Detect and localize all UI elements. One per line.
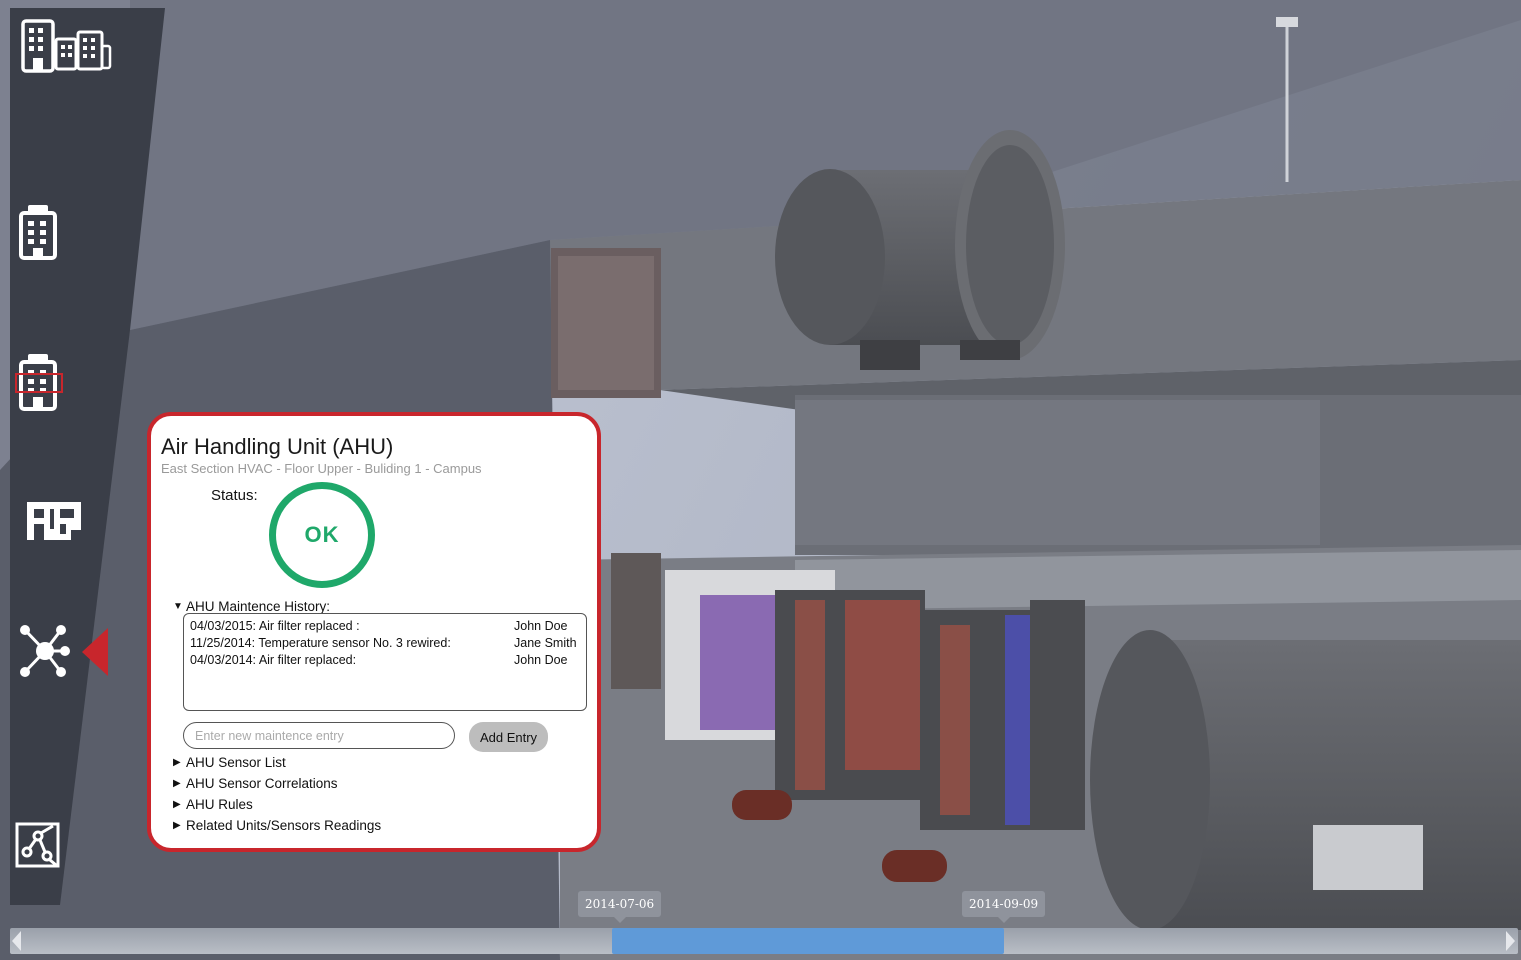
floorplan-view-button[interactable] bbox=[25, 500, 83, 542]
floor-view-button[interactable] bbox=[14, 352, 68, 414]
history-entry-author: Jane Smith bbox=[514, 636, 577, 650]
section-label: AHU Sensor List bbox=[186, 755, 286, 770]
history-section-label: AHU Maintence History: bbox=[186, 599, 331, 614]
history-entry-text: 04/03/2014: Air filter replaced: bbox=[190, 653, 357, 667]
ahu-info-panel: Air Handling Unit (AHU) East Section HVA… bbox=[147, 412, 601, 852]
history-row: 11/25/2014: Temperature sensor No. 3 rew… bbox=[190, 635, 580, 652]
history-entry-author: John Doe bbox=[514, 653, 568, 667]
collapsed-triangle-icon: ▶ bbox=[173, 820, 181, 831]
expanded-triangle-icon: ▼ bbox=[173, 601, 183, 612]
history-entry-author: John Doe bbox=[514, 619, 568, 633]
maintenance-history-list[interactable]: 04/03/2015: Air filter replaced : John D… bbox=[183, 613, 587, 711]
related-readings-section-toggle[interactable]: ▶ Related Units/Sensors Readings bbox=[173, 818, 381, 833]
connections-view-button[interactable] bbox=[15, 822, 60, 868]
panel-title: Air Handling Unit (AHU) bbox=[161, 434, 394, 459]
building-floor-highlight-icon bbox=[15, 354, 63, 411]
section-label: AHU Sensor Correlations bbox=[186, 776, 338, 791]
status-value: OK bbox=[304, 522, 340, 547]
sensor-correlations-section-toggle[interactable]: ▶ AHU Sensor Correlations bbox=[173, 776, 338, 791]
rules-section-toggle[interactable]: ▶ AHU Rules bbox=[173, 797, 253, 812]
node-connections-icon bbox=[15, 822, 60, 868]
section-label: AHU Rules bbox=[186, 797, 253, 812]
timeline-end-tooltip: 2014-09-09 bbox=[962, 891, 1046, 923]
active-pointer-icon bbox=[82, 628, 108, 676]
status-indicator: OK bbox=[269, 482, 375, 588]
timeline-right-arrow-icon[interactable] bbox=[1506, 931, 1515, 951]
timeline-start-tooltip: 2014-07-06 bbox=[578, 891, 662, 923]
collapsed-triangle-icon: ▶ bbox=[173, 778, 181, 789]
status-label: Status: bbox=[211, 487, 258, 504]
history-section-toggle[interactable]: ▼ AHU Maintence History: bbox=[173, 599, 330, 614]
section-label: Related Units/Sensors Readings bbox=[186, 818, 382, 833]
multi-building-icon bbox=[21, 19, 112, 73]
history-entry-text: 04/03/2015: Air filter replaced : bbox=[190, 619, 360, 633]
timeline-left-arrow-icon[interactable] bbox=[12, 931, 21, 951]
view-sidebar bbox=[0, 0, 170, 910]
collapsed-triangle-icon: ▶ bbox=[173, 757, 181, 768]
building-icon bbox=[19, 205, 57, 260]
building-view-button[interactable] bbox=[18, 203, 58, 261]
sensor-list-section-toggle[interactable]: ▶ AHU Sensor List bbox=[173, 755, 286, 770]
timeline-selected-range[interactable] bbox=[612, 928, 1004, 954]
history-row: 04/03/2014: Air filter replaced: John Do… bbox=[190, 652, 580, 669]
collapsed-triangle-icon: ▶ bbox=[173, 799, 181, 810]
panel-breadcrumb: East Section HVAC - Floor Upper - Bulidi… bbox=[161, 461, 482, 476]
sidebar-background bbox=[10, 8, 165, 905]
network-hub-icon bbox=[20, 625, 108, 677]
add-entry-button[interactable]: Add Entry bbox=[469, 722, 548, 752]
history-row: 04/03/2015: Air filter replaced : John D… bbox=[190, 618, 580, 635]
network-view-button[interactable] bbox=[18, 623, 114, 679]
history-entry-text: 11/25/2014: Temperature sensor No. 3 rew… bbox=[190, 636, 451, 650]
new-maintenance-entry-input[interactable] bbox=[183, 722, 455, 749]
floorplan-icon bbox=[27, 502, 81, 540]
campus-view-button[interactable] bbox=[20, 18, 112, 74]
